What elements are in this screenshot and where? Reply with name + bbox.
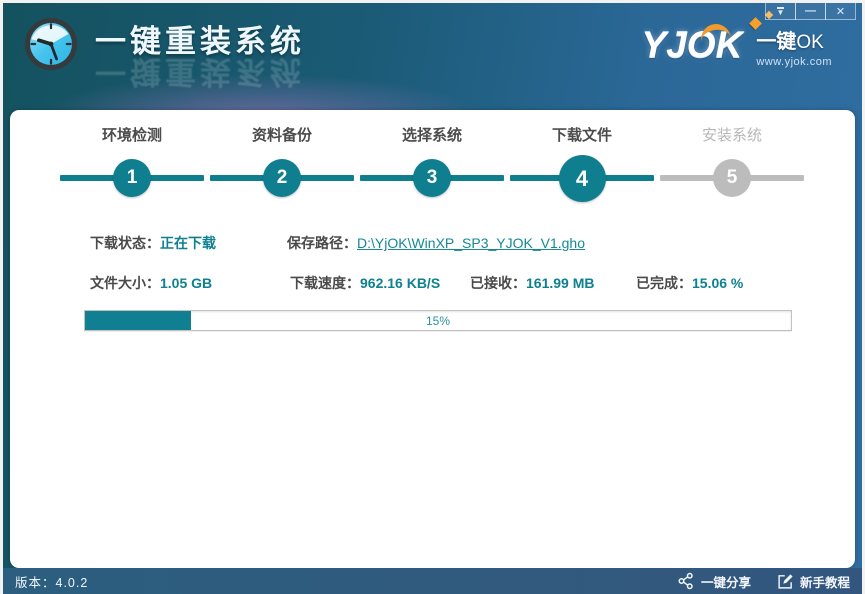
skin-button[interactable]: ▼ xyxy=(765,3,796,20)
clock-icon xyxy=(23,16,79,72)
logo-diamond-icon xyxy=(749,17,762,30)
step-track: 3 xyxy=(357,152,507,204)
share-icon xyxy=(677,572,695,590)
title-bar: 一键重装系统 一键重装系统 YJOK 一键OK www.yjok.com ▼ —… xyxy=(3,3,862,110)
share-label: 一键分享 xyxy=(701,572,751,591)
download-speed-label: 下载速度： xyxy=(290,275,360,291)
tutorial-pencil-icon xyxy=(777,573,794,590)
save-path-label: 保存路径： xyxy=(287,235,357,251)
brand-block: 一键重装系统 一键重装系统 xyxy=(23,16,305,89)
completed-value: 15.06 % xyxy=(692,275,743,291)
step-label: 安装系统 xyxy=(657,126,807,146)
step-progress: 环境检测 1 资料备份 2 选择系统 3 下载文件 4 安装系统 5 xyxy=(57,126,807,204)
step-track: 5 xyxy=(657,152,807,204)
file-size: 文件大小：1.05 GB xyxy=(90,273,212,293)
completed-label: 已完成： xyxy=(636,275,692,291)
step-env-check: 环境检测 1 xyxy=(57,126,207,204)
title-wrap: 一键重装系统 一键重装系统 xyxy=(95,24,305,89)
tutorial-label: 新手教程 xyxy=(800,572,850,591)
yjok-logo-text: YJOK xyxy=(642,25,743,65)
step-circle: 3 xyxy=(413,159,451,197)
footer-actions: 一键分享 新手教程 xyxy=(677,572,850,591)
app-window: 一键重装系统 一键重装系统 YJOK 一键OK www.yjok.com ▼ —… xyxy=(0,0,865,594)
received-amount: 已接收：161.99 MB xyxy=(470,273,594,293)
save-path-link[interactable]: D:\YjOK\WinXP_SP3_YJOK_V1.gho xyxy=(357,235,585,251)
file-size-label: 文件大小： xyxy=(90,275,160,291)
download-speed: 下载速度：962.16 KB/S xyxy=(290,273,440,293)
main-panel: 环境检测 1 资料备份 2 选择系统 3 下载文件 4 安装系统 5 下载状态：… xyxy=(10,110,855,568)
step-download-file: 下载文件 4 xyxy=(507,126,657,204)
window-controls: ▼ — ✕ xyxy=(766,3,856,20)
download-speed-value: 962.16 KB/S xyxy=(360,275,440,291)
step-label: 选择系统 xyxy=(357,126,507,146)
step-circle: 5 xyxy=(713,159,751,197)
step-circle: 1 xyxy=(113,159,151,197)
status-bar: 版本：4.0.2 一键分享 新手教程 xyxy=(3,568,862,594)
tutorial-button[interactable]: 新手教程 xyxy=(777,572,850,591)
app-title-reflection: 一键重装系统 xyxy=(95,53,305,89)
logo-tagline: 一键OK xyxy=(756,31,832,54)
yjok-logo: YJOK 一键OK www.yjok.com xyxy=(642,25,832,68)
step-select-system: 选择系统 3 xyxy=(357,126,507,204)
step-data-backup: 资料备份 2 xyxy=(207,126,357,204)
minimize-icon: — xyxy=(805,6,816,16)
step-install-system: 安装系统 5 xyxy=(657,126,807,204)
progress-label: 15% xyxy=(85,311,791,330)
share-button[interactable]: 一键分享 xyxy=(677,572,751,591)
file-size-value: 1.05 GB xyxy=(160,275,212,291)
download-progress-bar: 15% xyxy=(84,310,792,331)
step-label: 下载文件 xyxy=(507,126,657,146)
save-path: 保存路径：D:\YjOK\WinXP_SP3_YJOK_V1.gho xyxy=(287,233,585,253)
logo-url: www.yjok.com xyxy=(756,56,832,68)
download-status: 下载状态：正在下载 xyxy=(90,233,216,253)
download-status-label: 下载状态： xyxy=(90,235,160,251)
step-track: 2 xyxy=(207,152,357,204)
step-label: 资料备份 xyxy=(207,126,357,146)
download-info-row-2: 文件大小：1.05 GB 下载速度：962.16 KB/S 已接收：161.99… xyxy=(10,273,855,293)
logo-side: 一键OK www.yjok.com xyxy=(756,31,832,68)
close-icon: ✕ xyxy=(836,5,845,18)
close-button[interactable]: ✕ xyxy=(825,3,856,20)
step-track: 1 xyxy=(57,152,207,204)
step-circle: 4 xyxy=(559,155,606,202)
step-circle: 2 xyxy=(263,159,301,197)
completed-percent: 已完成：15.06 % xyxy=(636,273,743,293)
received-label: 已接收： xyxy=(470,275,526,291)
step-track: 4 xyxy=(507,152,657,204)
step-label: 环境检测 xyxy=(57,126,207,146)
chevron-down-icon: ▼ xyxy=(777,7,785,16)
minimize-button[interactable]: — xyxy=(795,3,826,20)
download-status-value: 正在下载 xyxy=(160,235,216,251)
received-value: 161.99 MB xyxy=(526,275,594,291)
version-label: 版本：4.0.2 xyxy=(15,572,88,591)
download-info-row-1: 下载状态：正在下载 保存路径：D:\YjOK\WinXP_SP3_YJOK_V1… xyxy=(10,233,855,253)
